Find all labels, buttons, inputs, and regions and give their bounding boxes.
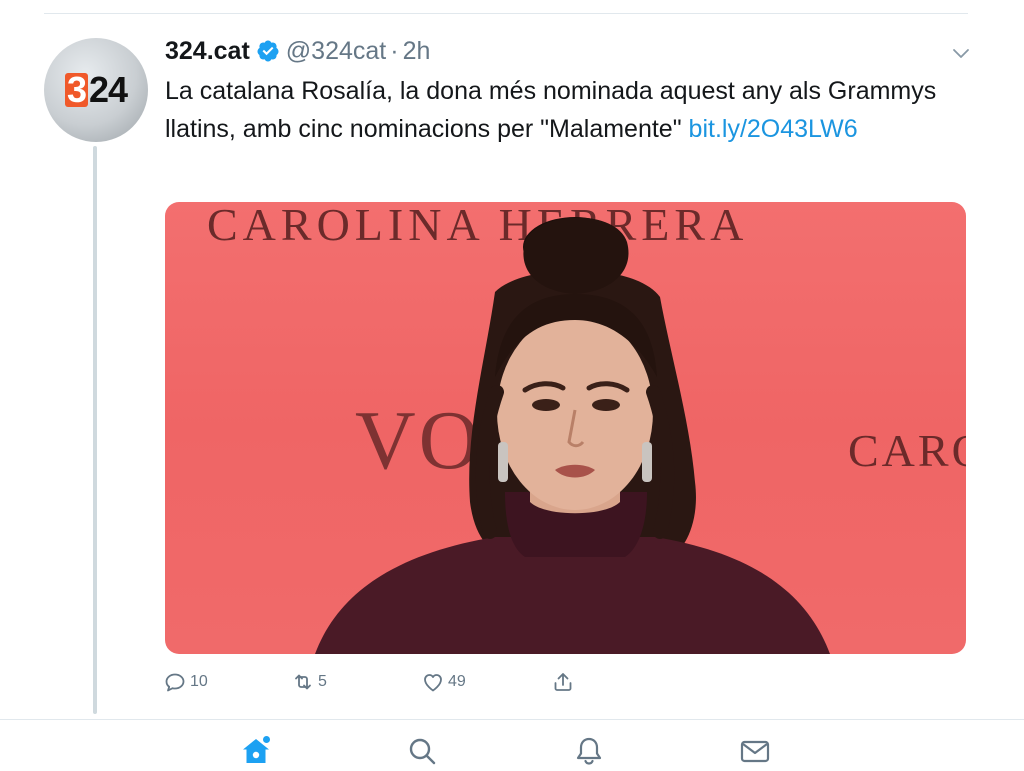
tab-home[interactable] xyxy=(239,734,273,768)
tweet-text: La catalana Rosalía, la dona més nominad… xyxy=(165,72,955,148)
like-count: 49 xyxy=(448,673,466,690)
bottom-tab-bar xyxy=(0,720,1024,771)
author-name[interactable]: 324.cat xyxy=(165,37,250,66)
like-button[interactable]: 49 xyxy=(421,668,466,696)
search-icon xyxy=(409,738,436,765)
separator-dot: · xyxy=(390,36,399,65)
tweet-actions: 10 5 49 xyxy=(163,668,583,696)
tweet-media-image[interactable]: CAROLINA HERRERA VO CARO xyxy=(165,202,966,654)
tweet-link[interactable]: bit.ly/2O43LW6 xyxy=(689,115,858,143)
chevron-down-icon[interactable] xyxy=(950,42,972,64)
share-button[interactable] xyxy=(551,668,575,696)
tab-search[interactable] xyxy=(405,734,439,768)
reply-button[interactable]: 10 xyxy=(163,668,208,696)
retweet-count: 5 xyxy=(318,673,327,690)
reply-count: 10 xyxy=(190,673,208,690)
author-handle[interactable]: @324cat xyxy=(286,37,386,66)
thread-line xyxy=(93,146,97,714)
retweet-button[interactable]: 5 xyxy=(291,668,327,696)
envelope-icon xyxy=(740,740,770,763)
portrait-illustration xyxy=(315,217,830,654)
verified-badge-icon xyxy=(256,39,280,63)
avatar-logo: 3 24 xyxy=(64,69,128,111)
heart-icon xyxy=(424,674,442,692)
retweet-icon xyxy=(295,674,311,690)
tab-messages[interactable] xyxy=(738,734,772,768)
avatar-logo-three: 3 xyxy=(64,69,88,110)
home-icon xyxy=(243,736,270,763)
bell-icon xyxy=(576,737,602,765)
top-divider xyxy=(44,13,968,14)
avatar-logo-rest: 24 xyxy=(88,69,128,110)
reply-icon xyxy=(165,673,185,692)
tab-notifications[interactable] xyxy=(572,734,606,768)
tweet-header: 324.cat @324cat · 2h xyxy=(165,34,430,68)
tweet-timestamp[interactable]: 2h xyxy=(403,37,431,66)
share-icon xyxy=(554,673,572,691)
avatar[interactable]: 3 24 xyxy=(44,38,148,142)
